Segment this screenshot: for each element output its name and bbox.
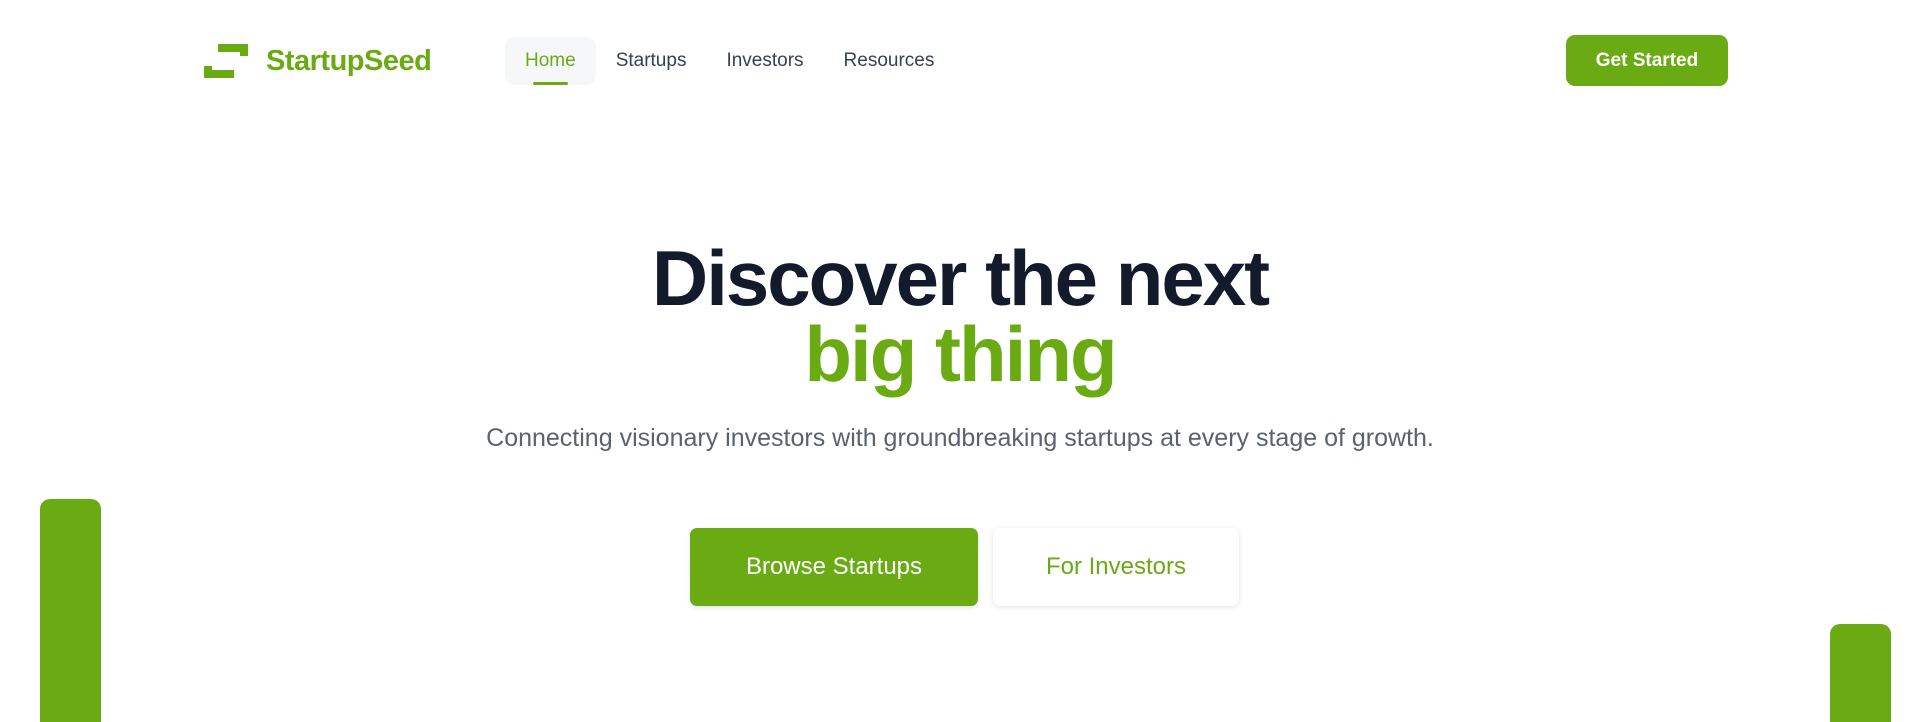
main-nav: Home Startups Investors Resources	[505, 37, 954, 85]
hero-title-line1: Discover the next	[651, 234, 1270, 322]
seed-logo-icon	[204, 44, 248, 78]
decorative-bar-left	[40, 499, 101, 722]
brand-name: StartupSeed	[266, 44, 432, 77]
top-navigation: StartupSeed Home Startups Investors Reso…	[0, 0, 1920, 120]
nav-item-home[interactable]: Home	[505, 37, 596, 85]
get-started-button[interactable]: Get Started	[1566, 35, 1728, 86]
hero-title: Discover the next big thing	[0, 236, 1920, 396]
hero-section: Discover the next big thing Connecting v…	[0, 236, 1920, 456]
decorative-bar-right	[1830, 624, 1891, 722]
for-investors-button[interactable]: For Investors	[993, 528, 1239, 606]
hero-actions: Browse Startups For Investors	[690, 528, 1239, 606]
browse-startups-button[interactable]: Browse Startups	[690, 528, 978, 606]
nav-item-investors[interactable]: Investors	[706, 37, 823, 85]
hero-title-highlight: big thing	[804, 310, 1117, 398]
nav-item-resources[interactable]: Resources	[824, 37, 955, 85]
hero-subtitle: Connecting visionary investors with grou…	[486, 424, 1434, 452]
nav-item-startups[interactable]: Startups	[596, 37, 707, 85]
brand-logo[interactable]: StartupSeed	[200, 38, 432, 84]
